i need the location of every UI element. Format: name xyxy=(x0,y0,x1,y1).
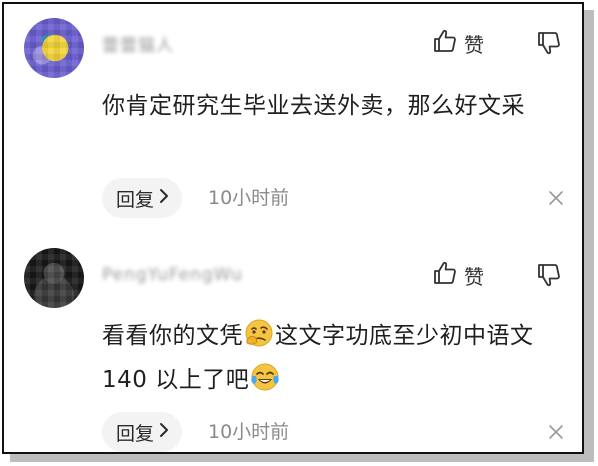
comment-text: 看看你的文凭 这文字功底至少初中语文 140 以上了吧 xyxy=(102,314,572,402)
like-label: 赞 xyxy=(464,264,484,289)
thumbs-down-icon[interactable] xyxy=(536,262,562,292)
avatar[interactable] xyxy=(24,18,84,78)
close-icon[interactable] xyxy=(548,190,564,210)
username-text: PengYuFengWu xyxy=(102,265,243,285)
username[interactable]: PengYuFengWu xyxy=(102,265,243,285)
comment-text-part1: 看看你的文凭 xyxy=(102,323,243,349)
reply-button[interactable]: 回复 xyxy=(102,178,183,218)
like-label: 赞 xyxy=(464,32,484,57)
thumbs-up-icon xyxy=(432,28,458,58)
reply-label: 回复 xyxy=(116,188,155,211)
thumbs-up-icon xyxy=(432,260,458,290)
tears-of-joy-emoji xyxy=(250,362,280,392)
chevron-right-icon xyxy=(158,422,170,442)
comment-text: 你肯定研究生毕业去送外卖，那么好文采 xyxy=(102,93,525,119)
timestamp: 10小时前 xyxy=(208,187,290,209)
avatar[interactable] xyxy=(24,248,84,308)
thinking-face-emoji xyxy=(244,318,274,348)
like-button[interactable]: 赞 xyxy=(432,28,484,58)
reply-button[interactable]: 回复 xyxy=(102,412,183,452)
chevron-right-icon xyxy=(158,188,170,208)
close-icon[interactable] xyxy=(548,424,564,444)
thumbs-down-icon[interactable] xyxy=(536,30,562,60)
username-text: 蕾蕾猫人 xyxy=(102,35,174,56)
timestamp: 10小时前 xyxy=(208,421,290,443)
username[interactable]: 蕾蕾猫人 xyxy=(102,34,174,56)
like-button[interactable]: 赞 xyxy=(432,260,484,290)
comment-panel: 蕾蕾猫人 赞 你肯定研究生毕业去送外卖，那么好文采 回复 10小时前 PengY… xyxy=(2,2,584,454)
reply-label: 回复 xyxy=(116,422,155,445)
